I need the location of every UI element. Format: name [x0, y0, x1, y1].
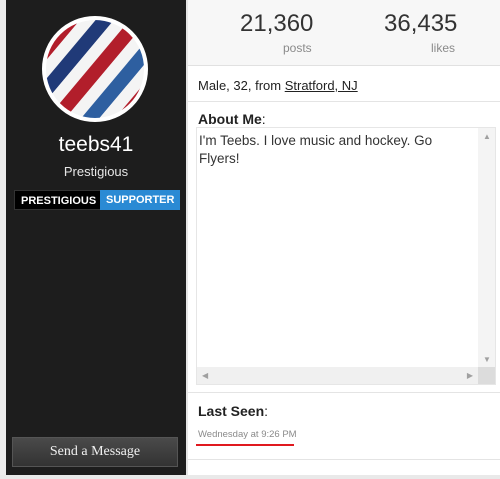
profile-sidebar: teebs41 Prestigious PRESTIGIOUS SUPPORTE…: [6, 0, 186, 475]
divider: [188, 101, 500, 102]
barber-pole-avatar-icon: [46, 20, 144, 118]
last-seen-colon: :: [264, 403, 269, 419]
horizontal-scrollbar[interactable]: ◀ ▶: [197, 367, 478, 384]
divider: [188, 459, 500, 460]
divider: [188, 392, 500, 393]
about-me-heading: About Me:: [198, 111, 266, 127]
scrollbar-corner: [478, 367, 495, 384]
demographics-text: Male, 32, from: [198, 78, 285, 93]
likes-count[interactable]: 36,435: [384, 10, 457, 38]
posts-count[interactable]: 21,360: [240, 10, 313, 38]
send-message-button[interactable]: Send a Message: [12, 437, 178, 467]
likes-label: likes: [431, 41, 456, 55]
posts-label: posts: [283, 41, 312, 55]
prestigious-badge: PRESTIGIOUS: [14, 190, 104, 210]
divider: [186, 0, 188, 479]
last-seen-title: Last Seen: [198, 403, 265, 419]
highlight-underline: [196, 444, 294, 446]
profile-card: teebs41 Prestigious PRESTIGIOUS SUPPORTE…: [0, 0, 500, 479]
stats-bar: 21,360 posts 36,435 likes: [188, 0, 500, 66]
last-seen-heading: Last Seen:: [198, 403, 268, 419]
location-link[interactable]: Stratford, NJ: [285, 78, 358, 93]
scroll-up-arrow-icon[interactable]: ▲: [483, 132, 491, 141]
avatar[interactable]: [42, 16, 148, 122]
about-me-title: About Me: [198, 111, 262, 127]
about-me-box[interactable]: I'm Teebs. I love music and hockey. Go F…: [196, 127, 496, 385]
username: teebs41: [58, 133, 134, 156]
vertical-scrollbar[interactable]: ▲ ▼: [478, 128, 495, 368]
scroll-right-arrow-icon[interactable]: ▶: [467, 371, 473, 380]
about-me-colon: :: [261, 111, 266, 127]
supporter-badge: SUPPORTER: [100, 190, 181, 210]
scroll-left-arrow-icon[interactable]: ◀: [202, 371, 208, 380]
last-seen-time: Wednesday at 9:26 PM: [198, 429, 297, 440]
demographics-line: Male, 32, from Stratford, NJ: [198, 78, 358, 93]
about-me-text: I'm Teebs. I love music and hockey. Go F…: [199, 133, 433, 166]
scroll-down-arrow-icon[interactable]: ▼: [483, 355, 491, 364]
bottom-margin: [0, 475, 500, 479]
user-rank: Prestigious: [63, 164, 129, 179]
